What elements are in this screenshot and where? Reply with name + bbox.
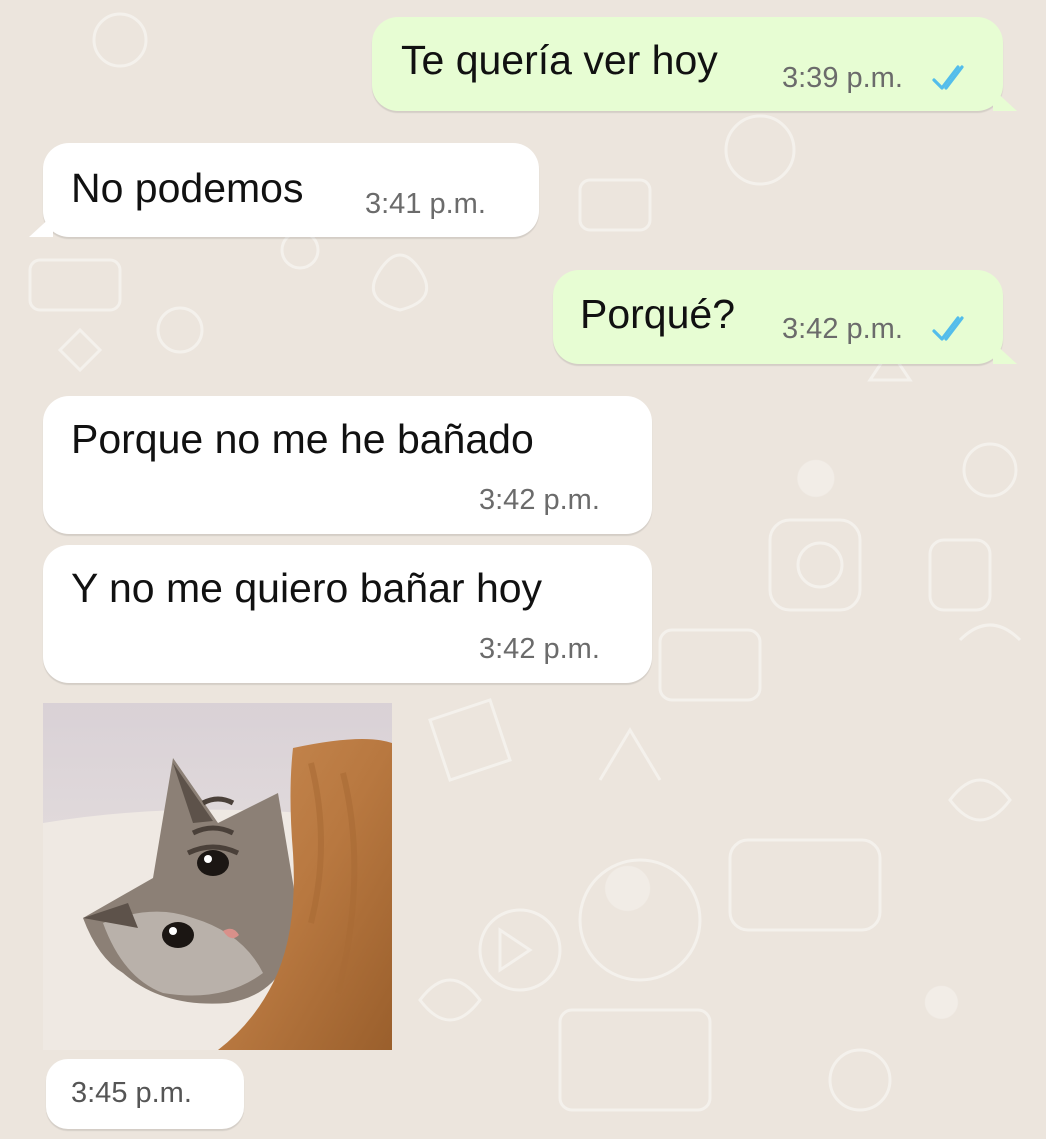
message-bubble-outgoing[interactable]: Porqué? 3:42 p.m. <box>553 270 1017 364</box>
bubble-tail <box>993 89 1017 111</box>
message-bubble-incoming[interactable]: Porque no me he bañado 3:42 p.m. <box>43 396 652 534</box>
message-bubble-incoming[interactable]: Y no me quiero bañar hoy 3:42 p.m. <box>43 545 652 683</box>
message-text: Porqué? <box>580 291 736 337</box>
message-bubble-incoming[interactable]: No podemos 3:41 p.m. <box>29 143 539 237</box>
message-bubble-outgoing[interactable]: Te quería ver hoy 3:39 p.m. <box>372 17 1017 111</box>
message-timestamp: 3:41 p.m. <box>365 188 486 220</box>
message-text: Te quería ver hoy <box>401 37 718 83</box>
double-check-icon <box>932 65 964 90</box>
message-timestamp: 3:42 p.m. <box>479 633 600 665</box>
bubble-tail <box>29 215 53 237</box>
message-timestamp: 3:45 p.m. <box>71 1077 192 1109</box>
message-text: No podemos <box>71 165 304 211</box>
image-timestamp-pill: 3:45 p.m. <box>46 1059 244 1129</box>
kitten-photo <box>43 703 392 1050</box>
bubble-tail <box>993 342 1017 364</box>
message-timestamp: 3:39 p.m. <box>782 62 903 94</box>
double-check-icon <box>932 316 964 341</box>
message-text: Y no me quiero bañar hoy <box>71 565 543 611</box>
message-timestamp: 3:42 p.m. <box>782 313 903 345</box>
message-timestamp: 3:42 p.m. <box>479 484 600 516</box>
image-message[interactable] <box>43 703 392 1050</box>
message-text: Porque no me he bañado <box>71 416 534 462</box>
